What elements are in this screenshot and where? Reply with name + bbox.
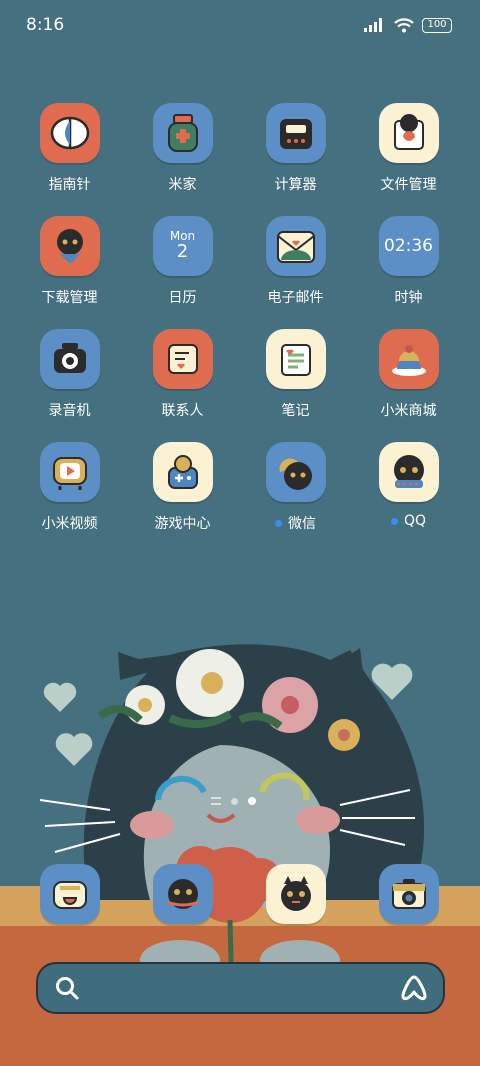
app-mi-video[interactable]: 小米视频 (13, 442, 126, 542)
app-label: 米家 (168, 177, 197, 193)
notes-icon[interactable] (265, 329, 326, 389)
status-bar: 8:16 100 (0, 0, 480, 50)
compass-icon[interactable] (39, 103, 100, 163)
app-label: 下载管理 (41, 290, 98, 306)
clock-time: 02:36 (384, 236, 433, 256)
app-label: 小米视频 (41, 516, 98, 532)
app-label: 计算器 (274, 177, 317, 193)
app-label: 指南针 (48, 177, 91, 193)
download-manager-icon[interactable] (39, 216, 100, 276)
mi-store-icon[interactable] (378, 329, 439, 389)
phone-icon[interactable] (40, 864, 100, 924)
browser-icon[interactable] (266, 864, 326, 924)
qq-icon[interactable] (378, 442, 439, 502)
mi-home-icon[interactable] (152, 103, 213, 163)
status-icons: 100 (364, 17, 452, 33)
app-mi-store[interactable]: 小米商城 (352, 329, 465, 429)
calculator-icon[interactable] (265, 103, 326, 163)
app-label: 电子邮件 (267, 290, 324, 306)
app-label: 游戏中心 (154, 516, 211, 532)
app-calculator[interactable]: 计算器 (239, 103, 352, 203)
contacts-icon[interactable] (152, 329, 213, 389)
assistant-icon[interactable] (399, 974, 429, 1002)
file-manager-icon[interactable] (378, 103, 439, 163)
page-indicator[interactable] (211, 797, 256, 805)
app-mi-home[interactable]: 米家 (126, 103, 239, 203)
page-indicator-list (211, 797, 221, 805)
app-email[interactable]: 电子邮件 (239, 216, 352, 316)
app-label: 文件管理 (380, 177, 437, 193)
app-recorder[interactable]: 录音机 (13, 329, 126, 429)
app-wechat[interactable]: 微信 (239, 442, 352, 542)
app-clock[interactable]: 02:36 时钟 (352, 216, 465, 316)
app-notes[interactable]: 笔记 (239, 329, 352, 429)
battery-icon: 100 (422, 17, 452, 33)
dock (0, 864, 480, 926)
messages-icon[interactable] (153, 864, 213, 924)
notification-dot (390, 517, 398, 525)
app-calendar[interactable]: Mon 2 日历 (126, 216, 239, 316)
page-dot-1 (231, 797, 238, 805)
camera-icon[interactable] (379, 864, 439, 924)
calendar-icon[interactable]: Mon 2 (152, 216, 213, 276)
app-game-center[interactable]: 游戏中心 (126, 442, 239, 542)
signal-icon (364, 18, 382, 32)
app-label: 联系人 (161, 403, 204, 419)
page-dot-2-active (248, 797, 256, 805)
status-time: 8:16 (26, 15, 65, 35)
calendar-day: 2 (176, 241, 189, 262)
clock-icon[interactable]: 02:36 (378, 216, 439, 276)
search-icon[interactable] (54, 975, 80, 1001)
search-bar[interactable] (36, 962, 445, 1014)
app-label: 时钟 (394, 290, 423, 306)
app-qq[interactable]: QQ (352, 442, 465, 542)
app-compass[interactable]: 指南针 (13, 103, 126, 203)
app-label: 小米商城 (380, 403, 437, 419)
wifi-icon (394, 17, 414, 32)
wechat-icon[interactable] (265, 442, 326, 502)
app-contacts[interactable]: 联系人 (126, 329, 239, 429)
app-label: 微信 (275, 513, 316, 533)
app-label: 日历 (168, 290, 197, 306)
app-download-manager[interactable]: 下载管理 (13, 216, 126, 316)
game-center-icon[interactable] (152, 442, 213, 502)
mi-video-icon[interactable] (39, 442, 100, 502)
app-label: QQ (390, 513, 426, 529)
app-label: 录音机 (48, 403, 91, 419)
app-file-manager[interactable]: 文件管理 (352, 103, 465, 203)
app-label: 笔记 (281, 403, 310, 419)
notification-dot (275, 519, 282, 527)
email-icon[interactable] (265, 216, 326, 276)
recorder-icon[interactable] (39, 329, 100, 389)
